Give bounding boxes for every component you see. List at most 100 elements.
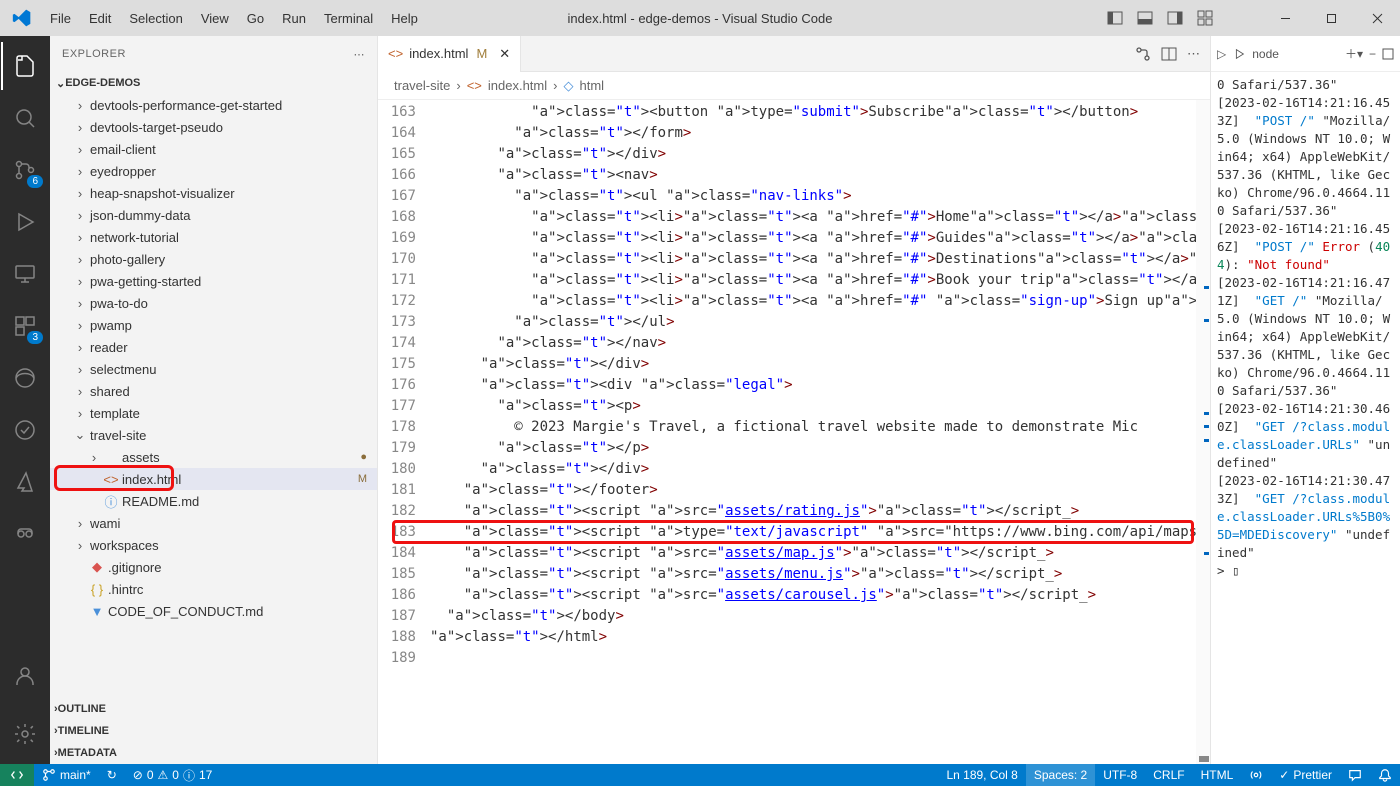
file-CODE_OF_CONDUCT.md[interactable]: ▼CODE_OF_CONDUCT.md [50, 600, 377, 622]
chevron-icon: › [72, 340, 88, 355]
folder-workspaces[interactable]: ›workspaces [50, 534, 377, 556]
menu-view[interactable]: View [193, 7, 237, 30]
status-prettier[interactable]: ✓Prettier [1271, 764, 1340, 786]
toggle-panel-icon[interactable] [1134, 7, 1156, 29]
activity-testing[interactable] [1, 406, 49, 454]
status-spaces[interactable]: Spaces: 2 [1026, 764, 1095, 786]
activity-azure[interactable] [1, 458, 49, 506]
folder-selectmenu[interactable]: ›selectmenu [50, 358, 377, 380]
menu-edit[interactable]: Edit [81, 7, 119, 30]
activity-search[interactable] [1, 94, 49, 142]
folder-reader[interactable]: ›reader [50, 336, 377, 358]
folder-shared[interactable]: ›shared [50, 380, 377, 402]
tab-index-html[interactable]: <> index.html M ✕ [378, 36, 521, 72]
debug-close-icon[interactable] [1382, 48, 1394, 60]
toggle-secondary-sidebar-icon[interactable] [1164, 7, 1186, 29]
customize-layout-icon[interactable] [1194, 7, 1216, 29]
chevron-icon: › [72, 98, 88, 113]
folder-devtools-target-pseudo[interactable]: ›devtools-target-pseudo [50, 116, 377, 138]
status-branch[interactable]: main* [34, 764, 99, 786]
folder-pwa-getting-started[interactable]: ›pwa-getting-started [50, 270, 377, 292]
menu-file[interactable]: File [42, 7, 79, 30]
activity-remote-explorer[interactable] [1, 250, 49, 298]
folder-assets[interactable]: ›assets● [50, 446, 377, 468]
activity-source-control[interactable]: 6 [1, 146, 49, 194]
chevron-icon: › [72, 318, 88, 333]
folder-pwamp[interactable]: ›pwamp [50, 314, 377, 336]
status-bar: main* ↻ ⊘0 ⚠0 ⓘ17 Ln 189, Col 8 Spaces: … [0, 764, 1400, 786]
status-feedback-icon[interactable] [1340, 764, 1370, 786]
section-outline[interactable]: ›OUTLINE [50, 698, 377, 720]
folder-pwa-to-do[interactable]: ›pwa-to-do [50, 292, 377, 314]
activity-run-debug[interactable] [1, 198, 49, 246]
folder-eyedropper[interactable]: ›eyedropper [50, 160, 377, 182]
crumb-file[interactable]: index.html [488, 78, 547, 93]
html-file-icon: <> [467, 78, 482, 93]
menu-go[interactable]: Go [239, 7, 272, 30]
folder-wami[interactable]: ›wami [50, 512, 377, 534]
status-problems[interactable]: ⊘0 ⚠0 ⓘ17 [125, 764, 221, 786]
editor-area: <> index.html M ✕ ⋯ travel-site› <> inde… [378, 36, 1210, 764]
file-.gitignore[interactable]: ◆.gitignore [50, 556, 377, 578]
file-.hintrc[interactable]: { }.hintrc [50, 578, 377, 600]
folder-heap-snapshot-visualizer[interactable]: ›heap-snapshot-visualizer [50, 182, 377, 204]
menu-selection[interactable]: Selection [121, 7, 190, 30]
file-README.md[interactable]: ⓘREADME.md [50, 490, 377, 512]
status-encoding[interactable]: UTF-8 [1095, 764, 1145, 786]
folder-email-client[interactable]: ›email-client [50, 138, 377, 160]
status-language[interactable]: HTML [1193, 764, 1242, 786]
folder-json-dummy-data[interactable]: ›json-dummy-data [50, 204, 377, 226]
activity-edge[interactable] [1, 354, 49, 402]
menu-help[interactable]: Help [383, 7, 426, 30]
section-metadata[interactable]: ›METADATA [50, 742, 377, 764]
chevron-icon: › [72, 384, 88, 399]
menu-terminal[interactable]: Terminal [316, 7, 381, 30]
folder-devtools-performance-get-started[interactable]: ›devtools-performance-get-started [50, 94, 377, 116]
folder-template[interactable]: ›template [50, 402, 377, 424]
status-sync[interactable]: ↻ [99, 764, 125, 786]
status-live-icon[interactable] [1241, 764, 1271, 786]
explorer-more-icon[interactable]: ⋯ [354, 48, 366, 61]
compare-changes-icon[interactable] [1135, 46, 1151, 62]
folder-photo-gallery[interactable]: ›photo-gallery [50, 248, 377, 270]
tab-modified-badge: M [476, 46, 487, 61]
toggle-primary-sidebar-icon[interactable] [1104, 7, 1126, 29]
debug-target-icon[interactable] [1232, 47, 1246, 61]
menu-run[interactable]: Run [274, 7, 314, 30]
status-eol[interactable]: CRLF [1145, 764, 1192, 786]
breadcrumb[interactable]: travel-site› <> index.html› ◇ html [378, 72, 1210, 100]
tab-more-icon[interactable]: ⋯ [1187, 46, 1200, 62]
tab-close-icon[interactable]: ✕ [499, 46, 510, 62]
folder-network-tutorial[interactable]: ›network-tutorial [50, 226, 377, 248]
activity-copilot[interactable] [1, 510, 49, 558]
activity-extensions[interactable]: 3 [1, 302, 49, 350]
status-cursor[interactable]: Ln 189, Col 8 [938, 764, 1025, 786]
debug-target[interactable]: node [1252, 47, 1279, 61]
file-tree[interactable]: ›devtools-performance-get-started›devtoo… [50, 94, 377, 698]
chevron-icon: › [72, 164, 88, 179]
file-index.html[interactable]: <>index.htmlM [50, 468, 377, 490]
crumb-folder[interactable]: travel-site [394, 78, 450, 93]
section-timeline[interactable]: ›TIMELINE [50, 720, 377, 742]
status-bell-icon[interactable] [1370, 764, 1400, 786]
debug-console[interactable]: 0 Safari/537.36" [2023-02-16T14:21:16.45… [1211, 72, 1400, 764]
remote-button[interactable] [0, 764, 34, 786]
maximize-button[interactable] [1308, 0, 1354, 36]
close-button[interactable] [1354, 0, 1400, 36]
code-editor[interactable]: 163 164 165 166 167 168 169 170 171 172 … [378, 100, 1210, 764]
folder-travel-site[interactable]: ⌄travel-site [50, 424, 377, 446]
debug-minus-icon[interactable]: − [1369, 47, 1376, 61]
minimap[interactable] [1196, 100, 1210, 764]
split-editor-icon[interactable] [1161, 46, 1177, 62]
code-content[interactable]: "a">class="t"><button "a">type="submit">… [430, 100, 1196, 764]
file-icon: ▼ [88, 604, 106, 619]
chevron-icon: › [86, 450, 102, 465]
crumb-symbol[interactable]: html [579, 78, 604, 93]
debug-run-icon[interactable]: ▷ [1217, 47, 1226, 61]
activity-explorer[interactable] [1, 42, 49, 90]
activity-accounts[interactable] [1, 652, 49, 700]
explorer-root[interactable]: ⌄ EDGE-DEMOS [50, 72, 377, 94]
activity-settings[interactable] [1, 710, 49, 758]
minimize-button[interactable] [1262, 0, 1308, 36]
debug-add-icon[interactable]: ＋▾ [1345, 45, 1363, 62]
